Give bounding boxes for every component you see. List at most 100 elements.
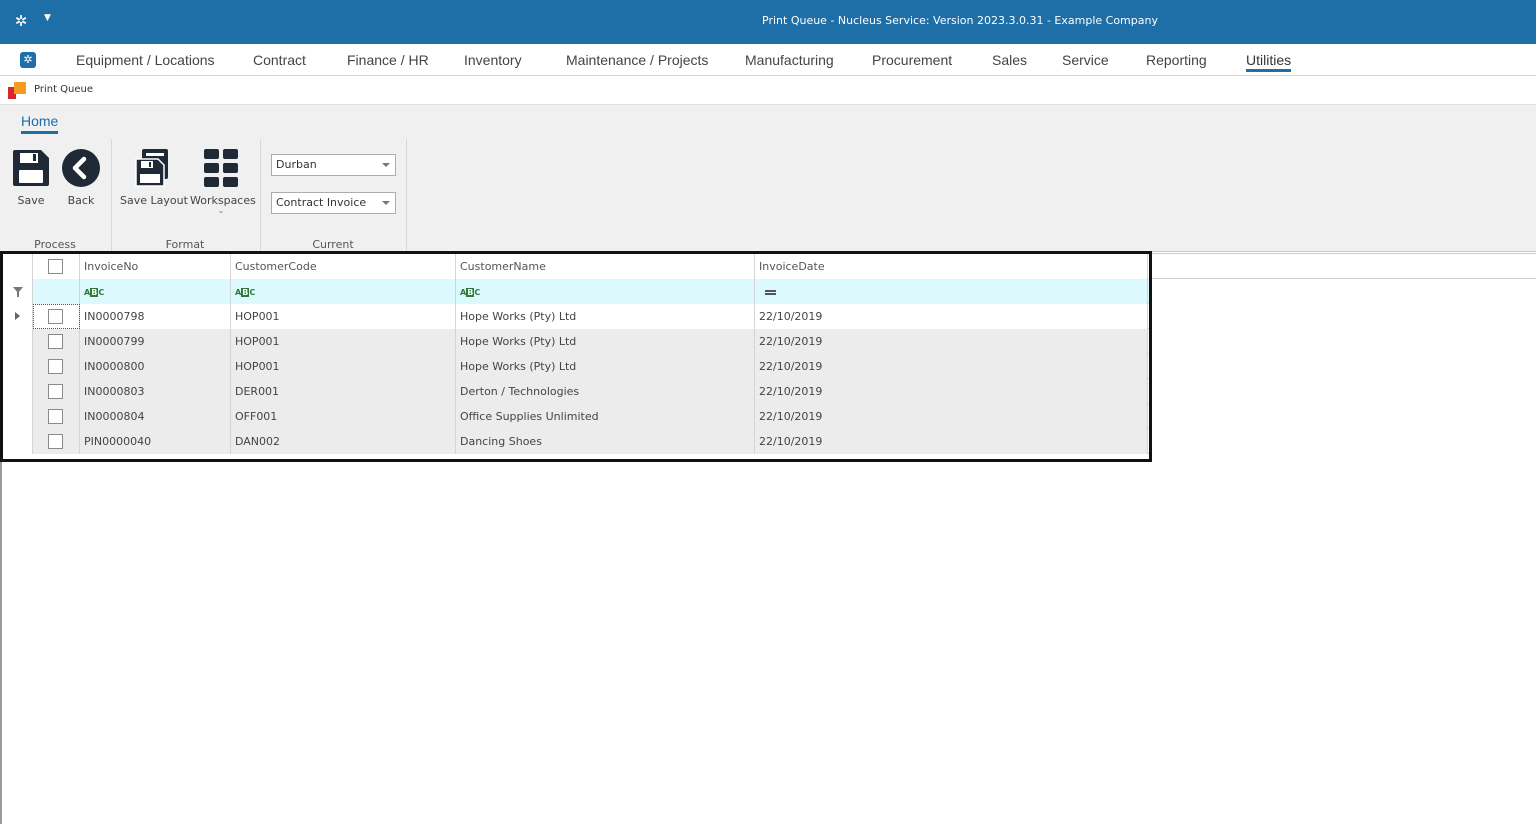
report-select[interactable]: Contract Invoice bbox=[271, 192, 396, 214]
document-tab-strip: Print Queue bbox=[0, 76, 1536, 105]
table-row[interactable]: IN0000804 OFF001 Office Supplies Unlimit… bbox=[3, 404, 1149, 429]
row-checkbox[interactable] bbox=[48, 334, 63, 349]
menu-equipment-locations[interactable]: Equipment / Locations bbox=[76, 52, 215, 68]
cell-customername[interactable]: Hope Works (Pty) Ltd bbox=[456, 329, 755, 354]
save-label: Save bbox=[17, 194, 45, 207]
cell-invoicedate[interactable]: 22/10/2019 bbox=[755, 304, 1148, 329]
report-select-value: Contract Invoice bbox=[276, 196, 367, 209]
save-layout-label: Save Layout bbox=[120, 194, 188, 207]
table-header-row: InvoiceNo CustomerCode CustomerName Invo… bbox=[3, 254, 1149, 279]
filter-customercode-input[interactable]: ABC bbox=[231, 279, 456, 304]
workspaces-button[interactable]: Workspaces ⌄ bbox=[190, 148, 256, 215]
group-separator bbox=[406, 139, 407, 251]
cell-customercode[interactable]: HOP001 bbox=[231, 354, 456, 379]
row-checkbox[interactable] bbox=[48, 309, 63, 324]
cell-customername[interactable]: Dancing Shoes bbox=[456, 429, 755, 454]
menu-reporting[interactable]: Reporting bbox=[1146, 52, 1207, 68]
grid-header-extension bbox=[1152, 253, 1536, 279]
ribbon-tab-home[interactable]: Home bbox=[21, 113, 59, 134]
menu-utilities[interactable]: Utilities bbox=[1246, 52, 1292, 72]
filter-invoicedate-input[interactable] bbox=[755, 279, 1148, 304]
row-checkbox[interactable] bbox=[48, 359, 63, 374]
chevron-down-icon: ⌄ bbox=[217, 206, 225, 215]
row-select-cell bbox=[33, 429, 80, 454]
table-row[interactable]: IN0000799 HOP001 Hope Works (Pty) Ltd 22… bbox=[3, 329, 1149, 354]
cell-customercode[interactable]: HOP001 bbox=[231, 329, 456, 354]
menu-service[interactable]: Service bbox=[1062, 52, 1109, 68]
select-all-cell bbox=[33, 254, 80, 279]
cell-customername[interactable]: Office Supplies Unlimited bbox=[456, 404, 755, 429]
row-select-cell bbox=[33, 379, 80, 404]
equals-filter-icon bbox=[765, 290, 776, 295]
filter-row: ABC ABC ABC bbox=[3, 279, 1149, 304]
row-indicator bbox=[3, 354, 33, 379]
cell-customercode[interactable]: DER001 bbox=[231, 379, 456, 404]
cell-customername[interactable]: Hope Works (Pty) Ltd bbox=[456, 304, 755, 329]
workspaces-grid-icon bbox=[201, 148, 241, 188]
cell-invoiceno[interactable]: IN0000803 bbox=[80, 379, 231, 404]
save-layout-icon bbox=[132, 148, 172, 188]
table-row[interactable]: PIN0000040 DAN002 Dancing Shoes 22/10/20… bbox=[3, 429, 1149, 454]
menu-maintenance-projects[interactable]: Maintenance / Projects bbox=[566, 52, 708, 68]
save-button[interactable]: Save bbox=[10, 148, 52, 207]
filter-cell-select bbox=[33, 279, 80, 304]
invoice-grid: InvoiceNo CustomerCode CustomerName Invo… bbox=[0, 251, 1152, 462]
cell-customercode[interactable]: DAN002 bbox=[231, 429, 456, 454]
menu-finance-hr[interactable]: Finance / HR bbox=[347, 52, 429, 68]
invoice-table: InvoiceNo CustomerCode CustomerName Invo… bbox=[3, 254, 1149, 454]
cell-invoicedate[interactable]: 22/10/2019 bbox=[755, 354, 1148, 379]
row-checkbox[interactable] bbox=[48, 434, 63, 449]
row-indicator bbox=[3, 404, 33, 429]
app-logo-icon[interactable]: ✲ bbox=[20, 52, 36, 68]
group-separator bbox=[260, 139, 261, 251]
filter-customername-input[interactable]: ABC bbox=[456, 279, 755, 304]
cell-customername[interactable]: Derton / Technologies bbox=[456, 379, 755, 404]
cell-customercode[interactable]: HOP001 bbox=[231, 304, 456, 329]
group-label-format: Format bbox=[165, 238, 205, 251]
cell-invoicedate[interactable]: 22/10/2019 bbox=[755, 404, 1148, 429]
table-row[interactable]: IN0000798 HOP001 Hope Works (Pty) Ltd 22… bbox=[3, 304, 1149, 329]
column-header-customercode[interactable]: CustomerCode bbox=[231, 254, 456, 279]
cell-invoiceno[interactable]: IN0000804 bbox=[80, 404, 231, 429]
cell-invoiceno[interactable]: IN0000800 bbox=[80, 354, 231, 379]
title-bar: ✲ ▼ Print Queue - Nucleus Service: Versi… bbox=[0, 0, 1536, 44]
ribbon: Home Save Back Process Save Layout Works… bbox=[0, 105, 1536, 252]
filter-indicator bbox=[3, 279, 33, 304]
row-checkbox[interactable] bbox=[48, 384, 63, 399]
cell-invoiceno[interactable]: PIN0000040 bbox=[80, 429, 231, 454]
cell-invoiceno[interactable]: IN0000798 bbox=[80, 304, 231, 329]
text-filter-icon: ABC bbox=[235, 288, 256, 297]
row-select-cell bbox=[33, 404, 80, 429]
menu-manufacturing[interactable]: Manufacturing bbox=[745, 52, 834, 68]
table-row[interactable]: IN0000800 HOP001 Hope Works (Pty) Ltd 22… bbox=[3, 354, 1149, 379]
print-queue-icon bbox=[8, 82, 30, 100]
chevron-down-icon bbox=[382, 163, 390, 167]
column-header-customername[interactable]: CustomerName bbox=[456, 254, 755, 279]
branch-select[interactable]: Durban bbox=[271, 154, 396, 176]
menu-contract[interactable]: Contract bbox=[253, 52, 306, 68]
group-label-process: Process bbox=[34, 238, 76, 251]
cell-invoiceno[interactable]: IN0000799 bbox=[80, 329, 231, 354]
cell-invoicedate[interactable]: 22/10/2019 bbox=[755, 379, 1148, 404]
group-label-current: Current bbox=[312, 238, 354, 251]
menu-inventory[interactable]: Inventory bbox=[464, 52, 522, 68]
menu-sales[interactable]: Sales bbox=[992, 52, 1027, 68]
cell-invoicedate[interactable]: 22/10/2019 bbox=[755, 429, 1148, 454]
cell-invoicedate[interactable]: 22/10/2019 bbox=[755, 329, 1148, 354]
cell-customercode[interactable]: OFF001 bbox=[231, 404, 456, 429]
save-layout-button[interactable]: Save Layout bbox=[120, 148, 188, 207]
menu-procurement[interactable]: Procurement bbox=[872, 52, 952, 68]
chevron-down-icon bbox=[382, 201, 390, 205]
text-filter-icon: ABC bbox=[84, 288, 105, 297]
column-header-invoicedate[interactable]: InvoiceDate bbox=[755, 254, 1148, 279]
cell-customername[interactable]: Hope Works (Pty) Ltd bbox=[456, 354, 755, 379]
column-header-invoiceno[interactable]: InvoiceNo bbox=[80, 254, 231, 279]
window-title: Print Queue - Nucleus Service: Version 2… bbox=[762, 14, 1158, 27]
filter-invoiceno-input[interactable]: ABC bbox=[80, 279, 231, 304]
back-button[interactable]: Back bbox=[60, 148, 102, 207]
table-row[interactable]: IN0000803 DER001 Derton / Technologies 2… bbox=[3, 379, 1149, 404]
row-select-cell bbox=[33, 354, 80, 379]
document-tab-print-queue[interactable]: Print Queue bbox=[34, 84, 93, 95]
row-checkbox[interactable] bbox=[48, 409, 63, 424]
select-all-checkbox[interactable] bbox=[48, 259, 63, 274]
